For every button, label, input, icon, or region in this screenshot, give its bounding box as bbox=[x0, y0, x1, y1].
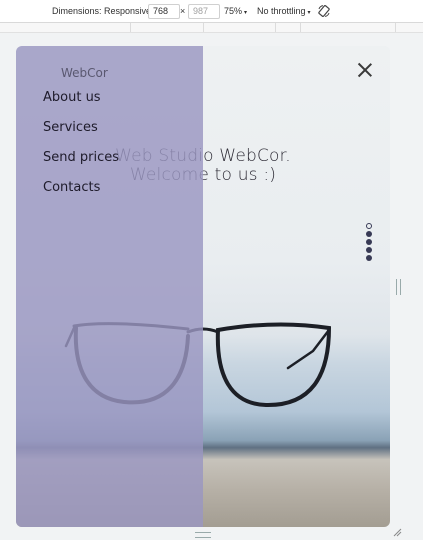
menu-item-send-prices[interactable]: Send prices bbox=[43, 150, 119, 180]
slider-dot[interactable] bbox=[366, 255, 372, 261]
height-input[interactable]: 987 bbox=[188, 4, 220, 19]
device-viewport: Web Studio WebCor. Welcome to us :) WebC… bbox=[16, 46, 390, 527]
chevron-down-icon: ▾ bbox=[244, 10, 248, 16]
menu-item-services[interactable]: Services bbox=[43, 120, 119, 150]
corner-resize-icon[interactable] bbox=[393, 528, 402, 537]
device-toolbar: Dimensions: Responsive▾ 768 × 987 75%▾ N… bbox=[0, 0, 423, 23]
zoom-select[interactable]: 75% ▾ bbox=[224, 6, 247, 16]
dimensions-select[interactable]: Dimensions: Responsive▾ bbox=[52, 6, 156, 16]
slider-dot[interactable] bbox=[366, 247, 372, 253]
close-menu-button[interactable] bbox=[357, 62, 373, 78]
menu-list: About us Services Send prices Contacts bbox=[43, 90, 119, 210]
menu-item-about[interactable]: About us bbox=[43, 90, 119, 120]
slider-dot[interactable] bbox=[366, 239, 372, 245]
throttling-label: No throttling bbox=[257, 6, 306, 16]
menu-item-contacts[interactable]: Contacts bbox=[43, 180, 119, 210]
width-input[interactable]: 768 bbox=[148, 4, 180, 19]
logo[interactable]: WebCor bbox=[61, 66, 108, 80]
slider-dot[interactable] bbox=[366, 223, 372, 229]
dimensions-label: Dimensions: Responsive bbox=[52, 6, 152, 16]
bottom-resize-handle[interactable] bbox=[195, 532, 211, 538]
slider-dots bbox=[366, 223, 372, 263]
mobile-menu: WebCor About us Services Send prices Con… bbox=[16, 46, 203, 527]
chevron-down-icon: ▾ bbox=[307, 10, 311, 16]
throttling-select[interactable]: No throttling ▾ bbox=[257, 6, 311, 16]
times-sign: × bbox=[180, 6, 186, 16]
side-resize-handle[interactable] bbox=[396, 279, 401, 295]
slider-dot[interactable] bbox=[366, 231, 372, 237]
media-query-ruler bbox=[0, 23, 423, 33]
rotate-icon[interactable] bbox=[317, 4, 331, 18]
zoom-label: 75% bbox=[224, 6, 243, 16]
